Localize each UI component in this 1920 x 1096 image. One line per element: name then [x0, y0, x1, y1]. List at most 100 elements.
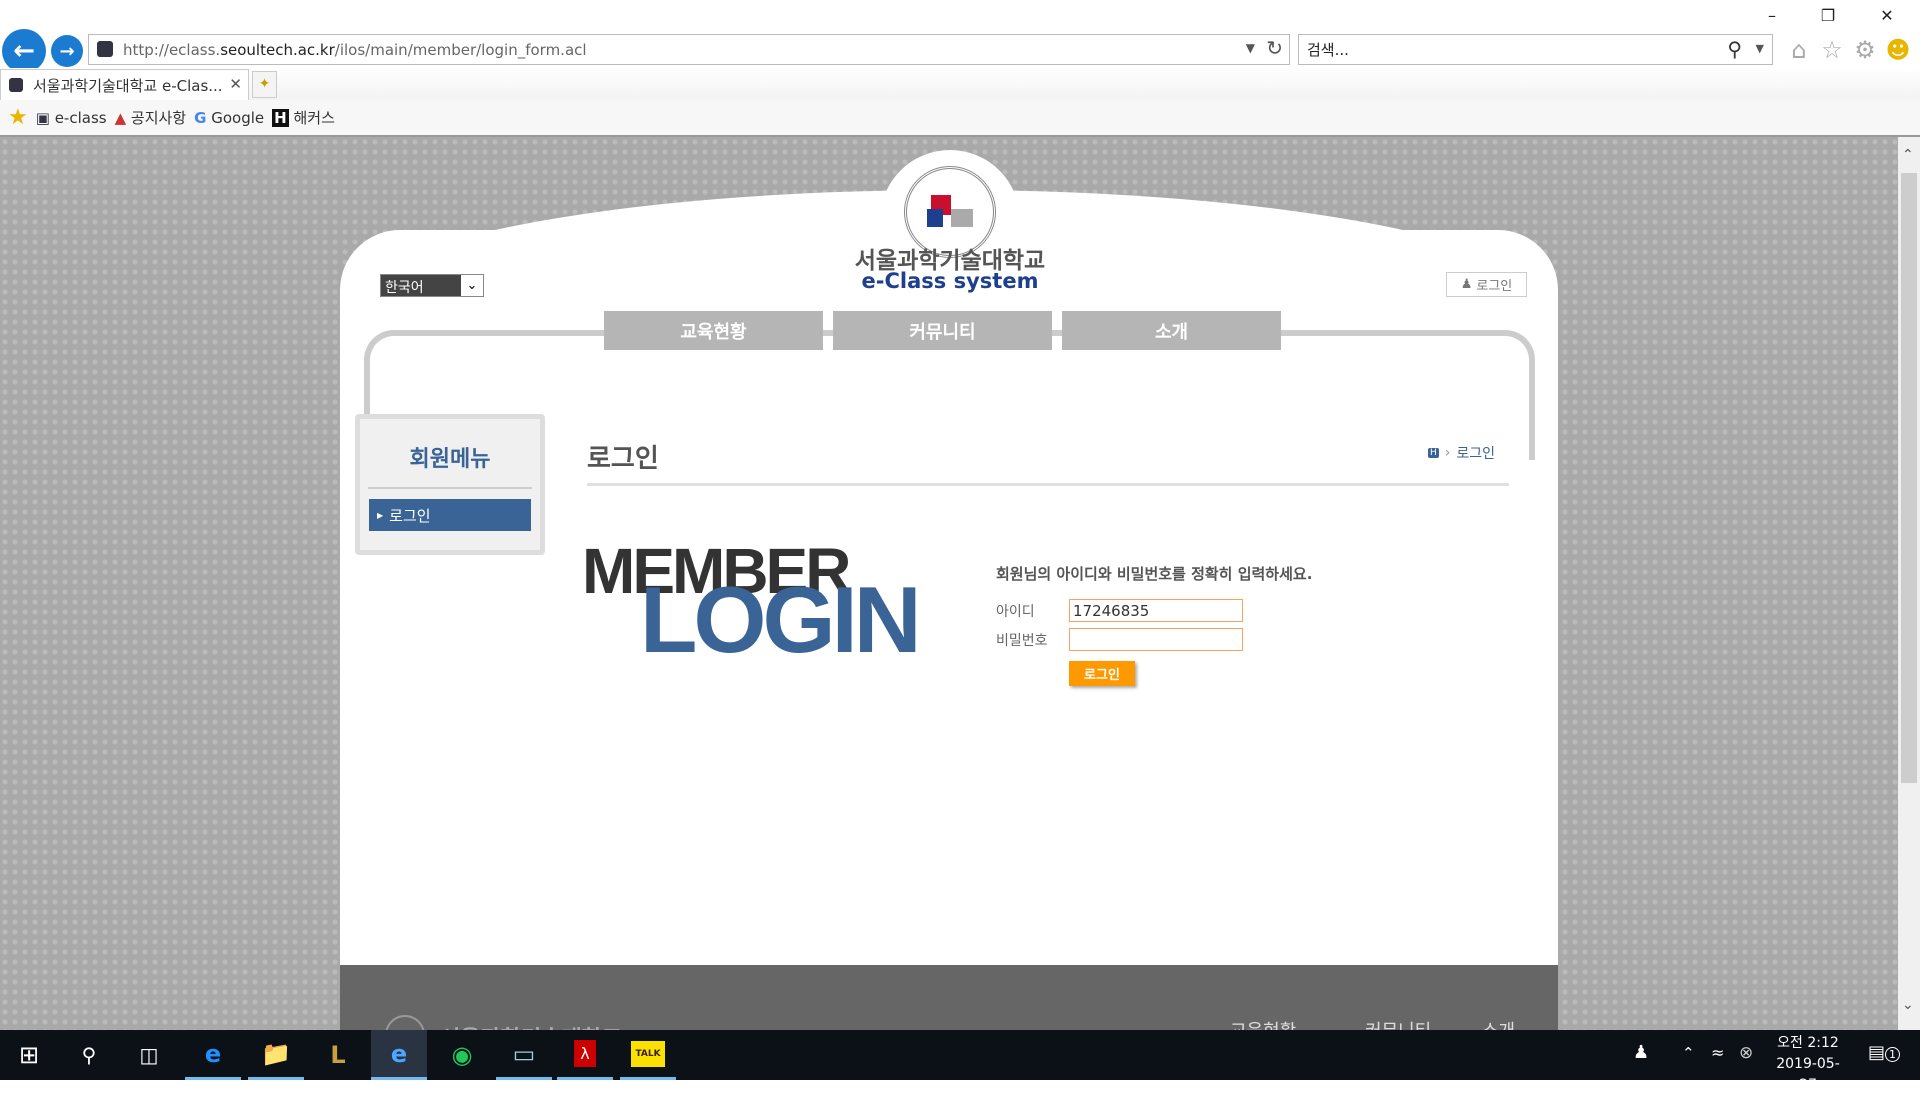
member-menu-item-login[interactable]: ▶ 로그인: [369, 499, 531, 531]
breadcrumb-current: 로그인: [1456, 446, 1496, 462]
scroll-up-icon[interactable]: ⌃: [1902, 147, 1914, 163]
url-path: /ilos/main/member/login_form.acl: [334, 40, 587, 59]
home-icon[interactable]: ⌂: [1784, 36, 1814, 64]
scrollbar-thumb[interactable]: [1901, 173, 1917, 783]
tray-chevron-icon[interactable]: ⌃: [1682, 1044, 1695, 1062]
tab-active[interactable]: 서울과학기술대학교 e-Clas... ✕: [0, 69, 249, 100]
minimize-button[interactable]: –: [1752, 6, 1792, 25]
tab-title: 서울과학기술대학교 e-Clas...: [33, 76, 223, 95]
divider: [368, 487, 532, 489]
page-viewport: 서울과학기술대학교 e-Class system 한국어 ⌄ ♟ 로그인 교육현황…: [0, 137, 1898, 1030]
url-domain: seoultech.ac.kr: [220, 40, 335, 59]
clock-time: 오전 2:12: [1777, 1035, 1839, 1051]
file-explorer-icon[interactable]: 📁: [248, 1030, 304, 1080]
notification-count: 1: [1885, 1047, 1901, 1062]
home-icon[interactable]: H: [1428, 448, 1439, 458]
title-underline: [587, 483, 1509, 486]
tab-favicon-icon: [9, 78, 23, 92]
favorites-star-icon[interactable]: ☆: [1817, 36, 1847, 64]
member-menu: 회원메뉴 ▶ 로그인: [355, 414, 545, 555]
address-bar[interactable]: http://eclass. seoultech.ac.kr/ilos/main/…: [88, 34, 1290, 65]
favorite-eclass[interactable]: ▣ e-class: [36, 109, 107, 127]
clock[interactable]: 오전 2:12 2019-05-27: [1768, 1033, 1848, 1096]
dropdown-icon[interactable]: ▼: [1246, 41, 1255, 55]
back-button[interactable]: ←: [2, 29, 46, 73]
volume-muted-icon[interactable]: ⊗: [1739, 1043, 1753, 1063]
search-dropdown-icon[interactable]: ▼: [1756, 42, 1764, 55]
footer: 서울과학기술대학교 교육현황 커뮤니티 소개: [340, 965, 1558, 1030]
favorites-bar: ★ ▣ e-class ▲ 공지사항 G Google H 해커스: [0, 100, 1920, 137]
favorite-label: e-class: [54, 108, 107, 127]
close-window-button[interactable]: ✕: [1867, 6, 1907, 25]
system-name: e-Class system: [861, 269, 1039, 293]
favorite-label: 해커스: [293, 109, 335, 127]
favorite-label: Google: [211, 108, 265, 127]
menu-item-label: 로그인: [389, 506, 431, 525]
hackers-icon: H: [272, 109, 289, 127]
kakaotalk-icon[interactable]: TALK: [620, 1030, 676, 1080]
nav-community[interactable]: 커뮤니티: [833, 311, 1052, 350]
id-input[interactable]: [1069, 599, 1243, 622]
site-favicon-icon: [97, 41, 113, 57]
google-icon: G: [194, 108, 207, 127]
people-icon[interactable]: ♟: [1633, 1042, 1649, 1063]
smiley-feedback-icon[interactable]: ☻: [1883, 36, 1913, 64]
search-icon[interactable]: ⚲: [1727, 37, 1742, 61]
footer-link-about[interactable]: 소개: [1482, 1017, 1515, 1030]
refresh-icon[interactable]: ↻: [1266, 36, 1283, 60]
start-windows-icon[interactable]: ⊞: [1, 1030, 57, 1080]
forward-button[interactable]: →: [51, 35, 83, 67]
language-value: 한국어: [385, 280, 424, 296]
eclass-icon: ▣: [35, 108, 50, 127]
task-view-icon[interactable]: ◫: [121, 1030, 177, 1080]
gear-icon[interactable]: ⚙: [1850, 36, 1880, 64]
search-input[interactable]: 검색... ⚲ ▼: [1298, 34, 1773, 65]
arrow-right-icon: ▶: [377, 510, 384, 520]
password-label: 비밀번호: [996, 633, 1048, 649]
favorite-hackers[interactable]: H 해커스: [272, 107, 335, 128]
scroll-down-icon[interactable]: ⌄: [1902, 997, 1914, 1013]
naver-line-icon[interactable]: ◉: [434, 1030, 490, 1080]
new-tab-button[interactable]: ✦: [252, 71, 277, 98]
clock-date: 2019-05-27: [1776, 1056, 1840, 1093]
password-input[interactable]: [1069, 628, 1243, 651]
search-placeholder: 검색...: [1307, 41, 1349, 59]
header-login-button[interactable]: ♟ 로그인: [1446, 272, 1527, 297]
nav-education[interactable]: 교육현황: [604, 311, 823, 350]
acrobat-icon[interactable]: λ: [557, 1030, 613, 1080]
footer-link-education[interactable]: 교육현황: [1230, 1017, 1296, 1030]
league-of-legends-icon[interactable]: L: [310, 1030, 366, 1080]
notice-icon: ▲: [114, 109, 127, 127]
login-submit-button[interactable]: 로그인: [1069, 661, 1135, 686]
close-tab-icon[interactable]: ✕: [229, 75, 242, 93]
language-select[interactable]: 한국어 ⌄: [380, 274, 484, 297]
vertical-scrollbar[interactable]: ⌃ ⌄: [1898, 137, 1920, 1030]
id-label: 아이디: [996, 604, 1035, 620]
notebook-app-icon[interactable]: ▭: [496, 1030, 552, 1080]
favorites-center-icon[interactable]: ★: [8, 105, 28, 130]
breadcrumb-separator-icon: ›: [1444, 445, 1451, 461]
footer-link-community[interactable]: 커뮤니티: [1365, 1017, 1431, 1030]
network-icon[interactable]: ≈: [1711, 1043, 1724, 1062]
chevron-down-icon: ⌄: [461, 275, 483, 296]
favorite-google[interactable]: G Google: [194, 109, 264, 127]
search-icon[interactable]: ⚲: [61, 1030, 117, 1080]
footer-seal-logo: [385, 1015, 425, 1030]
member-menu-title: 회원메뉴: [409, 447, 491, 472]
action-center-icon[interactable]: ▤ 1: [1868, 1042, 1901, 1063]
user-icon: ♟: [1460, 277, 1473, 292]
login-instruction: 회원님의 아이디와 비밀번호를 정확히 입력하세요.: [996, 565, 1313, 583]
favorite-notice[interactable]: ▲ 공지사항: [115, 107, 187, 128]
restore-button[interactable]: ❐: [1808, 6, 1848, 25]
nav-about[interactable]: 소개: [1062, 311, 1281, 350]
page-title: 로그인: [587, 444, 659, 474]
internet-explorer-icon[interactable]: e: [371, 1030, 427, 1080]
banner-login: LOGIN: [640, 567, 922, 672]
header-login-label: 로그인: [1476, 279, 1513, 294]
tab-bar: [0, 68, 1920, 100]
favorite-label: 공지사항: [130, 109, 187, 127]
breadcrumb: H › 로그인: [1428, 443, 1495, 463]
edge-icon[interactable]: e: [185, 1030, 241, 1080]
url-prefix: http://eclass.: [123, 40, 221, 59]
footer-university-name: 서울과학기술대학교: [440, 1021, 622, 1030]
